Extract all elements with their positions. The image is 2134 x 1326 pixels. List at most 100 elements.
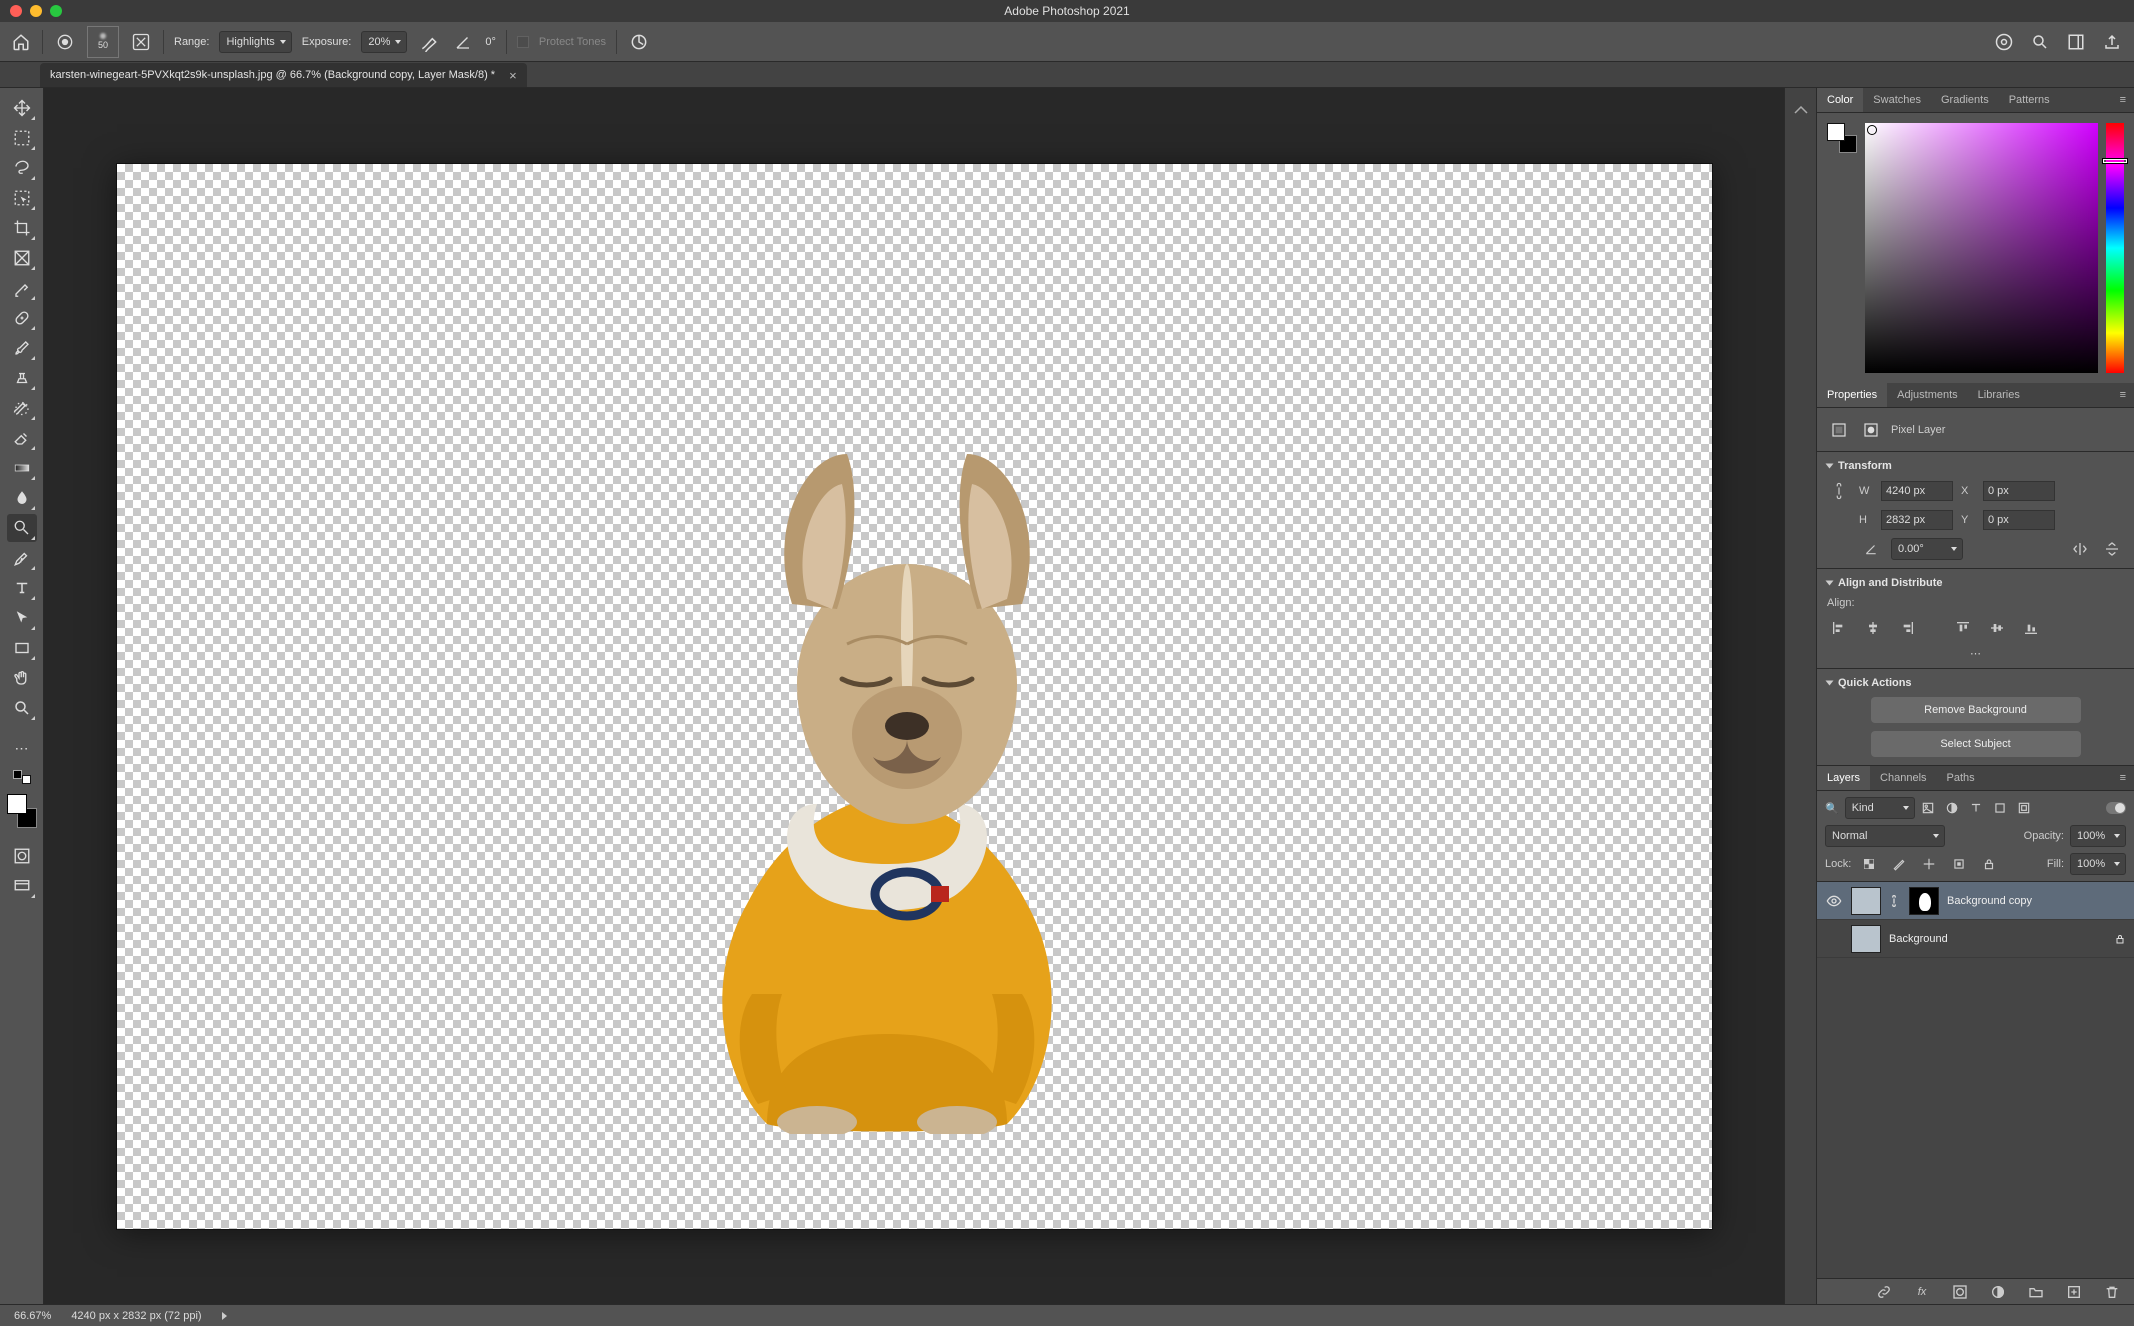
lock-all-icon[interactable] [1977, 853, 2001, 875]
eraser-tool-icon[interactable] [7, 424, 37, 452]
angle-value[interactable]: 0° [485, 36, 496, 48]
align-right-icon[interactable] [1895, 617, 1919, 639]
color-field[interactable] [1865, 123, 2098, 373]
window-maximize-button[interactable] [50, 5, 62, 17]
dock-expand-icon[interactable] [1794, 106, 1808, 114]
filter-shape-icon[interactable] [1993, 801, 2007, 815]
dodge-tool-icon[interactable] [7, 514, 37, 542]
blend-mode-dropdown[interactable]: Normal [1825, 825, 1945, 847]
history-brush-tool-icon[interactable] [7, 394, 37, 422]
new-group-icon[interactable] [2024, 1281, 2048, 1303]
zoom-level[interactable]: 66.67% [14, 1310, 51, 1322]
select-subject-button[interactable]: Select Subject [1871, 731, 2081, 757]
filter-pixel-icon[interactable] [1921, 801, 1935, 815]
filter-toggle-switch[interactable] [2106, 802, 2126, 814]
remove-background-button[interactable]: Remove Background [1871, 697, 2081, 723]
filter-adjustment-icon[interactable] [1945, 801, 1959, 815]
layer-thumbnail[interactable] [1851, 887, 1881, 915]
layer-locked-icon[interactable] [2114, 933, 2126, 945]
layers-panel-menu-icon[interactable]: ≡ [2112, 766, 2134, 790]
tab-layers[interactable]: Layers [1817, 766, 1870, 790]
clone-stamp-tool-icon[interactable] [7, 364, 37, 392]
align-bottom-icon[interactable] [2019, 617, 2043, 639]
layer-thumbnail[interactable] [1851, 925, 1881, 953]
filter-type-icon[interactable] [1969, 801, 1983, 815]
edit-toolbar-icon[interactable]: ⋯ [7, 734, 37, 762]
flip-vertical-icon[interactable] [2100, 538, 2124, 560]
x-input[interactable] [1983, 481, 2055, 501]
layer-row[interactable]: Background copy [1817, 882, 2134, 920]
tab-channels[interactable]: Channels [1870, 766, 1936, 790]
marquee-tool-icon[interactable] [7, 124, 37, 152]
filter-search-icon[interactable]: 🔍 [1825, 802, 1839, 815]
flip-horizontal-icon[interactable] [2068, 538, 2092, 560]
quick-actions-header[interactable]: Quick Actions [1827, 677, 2124, 689]
align-top-icon[interactable] [1951, 617, 1975, 639]
tab-adjustments[interactable]: Adjustments [1887, 383, 1968, 407]
layer-visibility-icon[interactable] [1825, 893, 1843, 909]
collapsed-dock-strip[interactable] [1784, 88, 1816, 1304]
rectangle-tool-icon[interactable] [7, 634, 37, 662]
tab-patterns[interactable]: Patterns [1999, 88, 2060, 112]
document-tab[interactable]: karsten-winegeart-5PVXkqt2s9k-unsplash.j… [40, 63, 527, 87]
gradient-tool-icon[interactable] [7, 454, 37, 482]
share-icon[interactable] [2100, 30, 2124, 54]
layer-mask-thumbnail[interactable] [1909, 887, 1939, 915]
tab-gradients[interactable]: Gradients [1931, 88, 1999, 112]
canvas-area[interactable] [44, 88, 1784, 1304]
spot-healing-tool-icon[interactable] [7, 304, 37, 332]
rotation-input[interactable]: 0.00° [1891, 538, 1963, 560]
height-input[interactable] [1881, 510, 1953, 530]
hand-tool-icon[interactable] [7, 664, 37, 692]
airbrush-icon[interactable] [417, 30, 441, 54]
close-tab-icon[interactable]: × [509, 68, 517, 83]
new-adjustment-layer-icon[interactable] [1986, 1281, 2010, 1303]
path-selection-tool-icon[interactable] [7, 604, 37, 632]
current-tool-icon[interactable] [53, 30, 77, 54]
fill-input[interactable]: 100% [2070, 853, 2126, 875]
crop-tool-icon[interactable] [7, 214, 37, 242]
layer-style-icon[interactable]: fx [1910, 1281, 1934, 1303]
eyedropper-tool-icon[interactable] [7, 274, 37, 302]
tab-libraries[interactable]: Libraries [1968, 383, 2030, 407]
hue-slider-indicator[interactable] [2103, 159, 2127, 163]
transform-header[interactable]: Transform [1827, 460, 2124, 472]
align-hcenter-icon[interactable] [1861, 617, 1885, 639]
layer-row[interactable]: Background [1817, 920, 2134, 958]
brush-settings-icon[interactable] [129, 30, 153, 54]
link-layers-icon[interactable] [1872, 1281, 1896, 1303]
lock-artboard-icon[interactable] [1947, 853, 1971, 875]
link-wh-icon[interactable] [1827, 480, 1851, 502]
tab-swatches[interactable]: Swatches [1863, 88, 1931, 112]
lock-pixels-icon[interactable] [1887, 853, 1911, 875]
layer-mask-link-icon[interactable] [1889, 894, 1901, 908]
align-more-icon[interactable]: ⋯ [1827, 647, 2124, 660]
exposure-dropdown[interactable]: 20% [361, 31, 407, 53]
document-canvas[interactable] [117, 164, 1712, 1229]
home-icon[interactable] [10, 31, 32, 53]
frame-tool-icon[interactable] [7, 244, 37, 272]
color-field-indicator[interactable] [1867, 125, 1877, 135]
tab-color[interactable]: Color [1817, 88, 1863, 112]
workspace-icon[interactable] [2064, 30, 2088, 54]
y-input[interactable] [1983, 510, 2055, 530]
properties-panel-menu-icon[interactable]: ≡ [2112, 383, 2134, 407]
blur-tool-icon[interactable] [7, 484, 37, 512]
lock-position-icon[interactable] [1917, 853, 1941, 875]
move-tool-icon[interactable] [7, 94, 37, 122]
add-mask-icon[interactable] [1948, 1281, 1972, 1303]
new-layer-icon[interactable] [2062, 1281, 2086, 1303]
type-tool-icon[interactable] [7, 574, 37, 602]
document-dimensions[interactable]: 4240 px x 2832 px (72 ppi) [71, 1310, 201, 1322]
default-colors-icon[interactable] [13, 770, 31, 784]
lock-transparency-icon[interactable] [1857, 853, 1881, 875]
brush-preset-picker[interactable]: 50 [87, 26, 119, 58]
layer-name[interactable]: Background copy [1947, 895, 2032, 907]
brush-tool-icon[interactable] [7, 334, 37, 362]
delete-layer-icon[interactable] [2100, 1281, 2124, 1303]
search-icon[interactable] [2028, 30, 2052, 54]
screen-mode-icon[interactable] [7, 872, 37, 900]
lasso-tool-icon[interactable] [7, 154, 37, 182]
align-vcenter-icon[interactable] [1985, 617, 2009, 639]
object-selection-tool-icon[interactable] [7, 184, 37, 212]
